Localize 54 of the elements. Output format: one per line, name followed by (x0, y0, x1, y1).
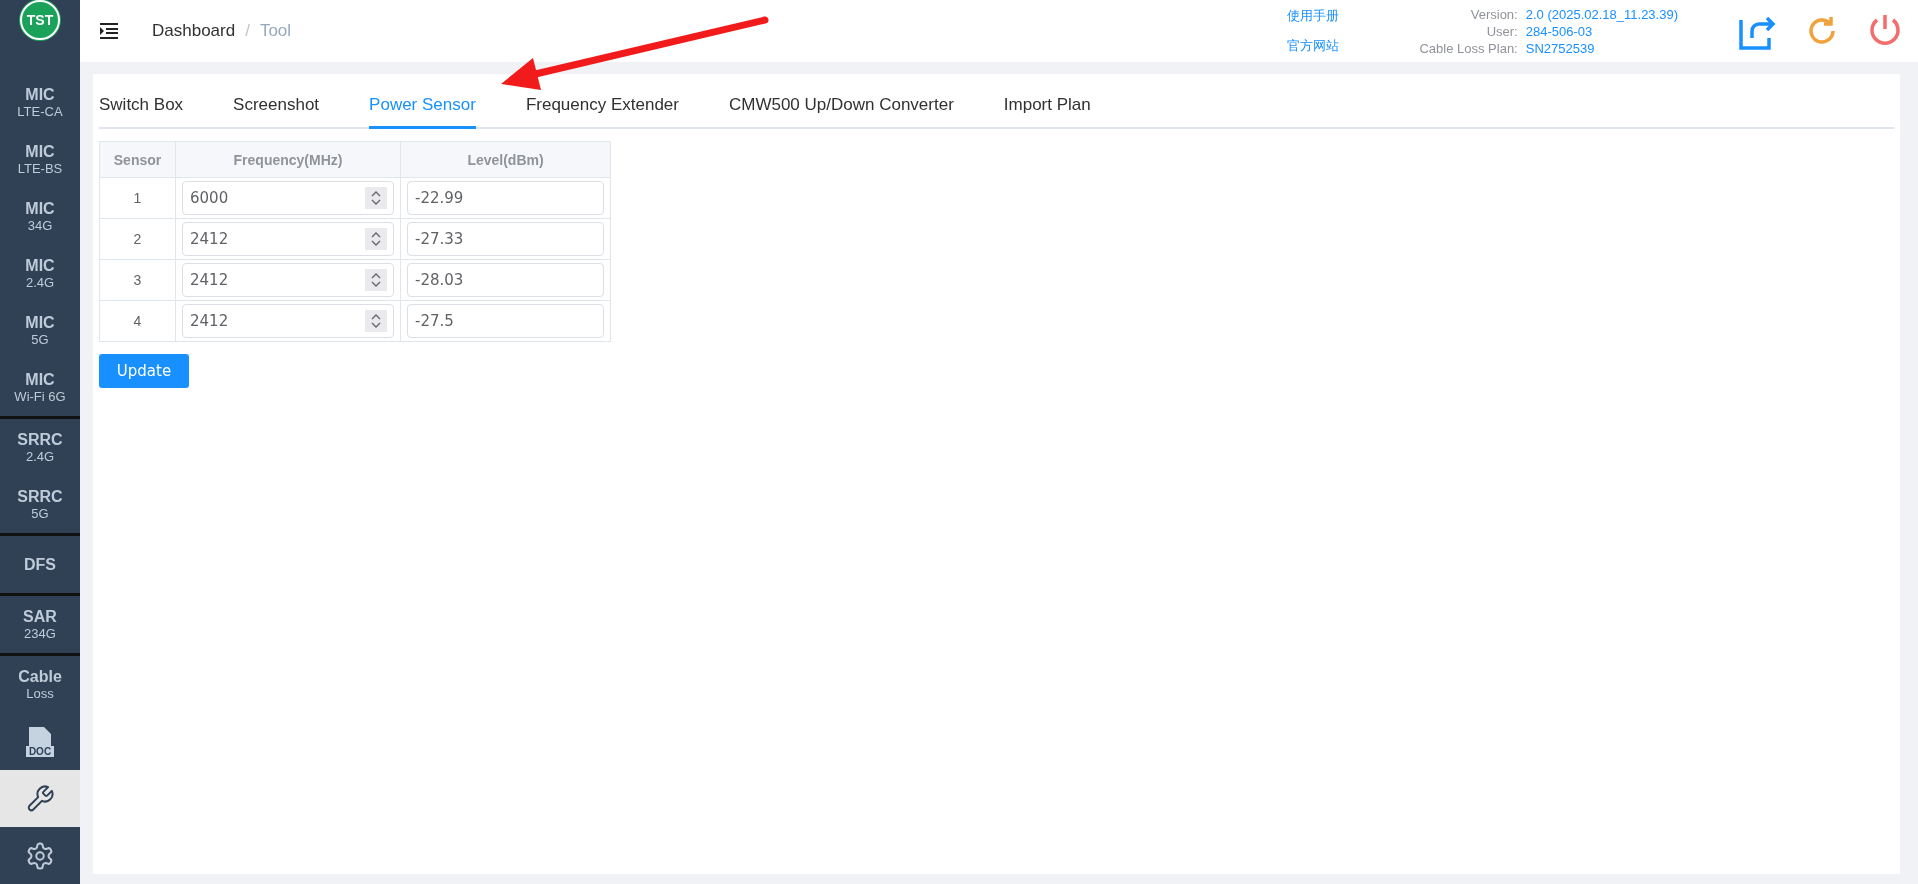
table-cell: 3 (99, 259, 176, 301)
spinner-icon[interactable] (365, 310, 387, 332)
sidebar-item[interactable]: MIC 2.4G (0, 245, 80, 302)
input-field[interactable]: -22.99 (407, 181, 604, 215)
tab[interactable]: Frequency Extender (525, 90, 679, 129)
info-value: SN2752539 (1525, 40, 1596, 56)
sidebar-item[interactable]: MIC Wi-Fi 6G (0, 359, 80, 416)
update-button[interactable]: Update (99, 354, 189, 388)
tab[interactable]: Switch Box (99, 90, 184, 129)
header-link[interactable]: 使用手册 (1287, 7, 1340, 25)
number-field[interactable]: 2412 (182, 222, 394, 256)
logo: TST (20, 0, 60, 41)
breadcrumb-item: Tool (259, 21, 292, 41)
tab[interactable]: Import Plan (1003, 90, 1091, 129)
sidebar-item[interactable]: Cable Loss (0, 656, 80, 713)
sidebar-item[interactable]: SAR 234G (0, 596, 80, 653)
column-header: Level(dBm) (400, 141, 611, 178)
sidebar-item[interactable]: MIC 34G (0, 188, 80, 245)
input-field[interactable]: -27.33 (407, 222, 604, 256)
breadcrumb-item[interactable]: Dashboard (152, 21, 236, 41)
input-field[interactable]: -27.5 (407, 304, 604, 338)
info-value: 2.0 (2025.02.18_11.23.39) (1525, 6, 1678, 22)
sidebar-item[interactable]: SRRC 2.4G (0, 419, 80, 476)
tab[interactable]: Power Sensor (369, 90, 476, 129)
info-label: Cable Loss Plan: (1419, 40, 1518, 56)
info-value: 284-506-03 (1525, 23, 1594, 39)
tab[interactable]: Screenshot (233, 90, 320, 129)
column-header: Frequency(MHz) (175, 141, 401, 178)
settings-icon (25, 840, 55, 871)
number-field[interactable]: 6000 (182, 181, 394, 215)
number-field[interactable]: 2412 (182, 263, 394, 297)
column-header: Sensor (99, 141, 176, 178)
tab[interactable]: CMW500 Up/Down Converter (728, 90, 954, 129)
sidebar-item[interactable]: DFS (0, 536, 80, 593)
sidebar-item[interactable]: MIC LTE-BS (0, 131, 80, 188)
sidebar-item[interactable] (0, 770, 80, 827)
info-label: User: (1485, 23, 1518, 39)
breadcrumb-separator: / (245, 21, 250, 41)
input-field[interactable]: -28.03 (407, 263, 604, 297)
header-link[interactable]: 官方网站 (1287, 37, 1340, 55)
table-cell: 2 (99, 218, 176, 260)
sidebar-item[interactable]: SRRC 5G (0, 476, 80, 533)
spinner-icon[interactable] (365, 269, 387, 291)
info-label: Version: (1469, 6, 1518, 22)
spinner-icon[interactable] (365, 228, 387, 250)
sidebar-item[interactable]: MIC LTE-CA (0, 74, 80, 131)
table-cell: 4 (99, 300, 176, 342)
sidebar-item[interactable]: DOC (0, 713, 80, 770)
spinner-icon[interactable] (365, 187, 387, 209)
wrench-icon (25, 783, 55, 814)
table-cell: 1 (99, 177, 176, 219)
number-field[interactable]: 2412 (182, 304, 394, 338)
menu-icon[interactable] (100, 23, 118, 39)
sidebar-item[interactable]: MIC 5G (0, 302, 80, 359)
